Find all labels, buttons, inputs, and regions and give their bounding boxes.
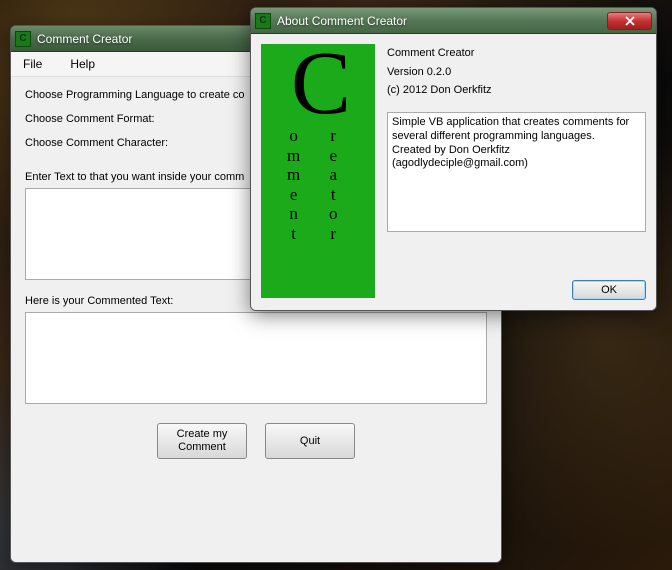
- about-version: Version 0.2.0: [387, 63, 646, 82]
- app-icon: C: [255, 13, 271, 29]
- about-name: Comment Creator: [387, 44, 646, 63]
- about-window: C About Comment Creator C omment reator …: [250, 7, 657, 311]
- menu-help[interactable]: Help: [64, 54, 101, 74]
- menu-file[interactable]: File: [17, 54, 48, 74]
- about-footer: OK: [387, 270, 646, 300]
- about-body: C omment reator Comment Creator Version …: [251, 34, 656, 310]
- close-button[interactable]: [607, 12, 652, 30]
- about-right-pane: Comment Creator Version 0.2.0 (c) 2012 D…: [387, 44, 646, 300]
- about-title: About Comment Creator: [277, 14, 607, 28]
- about-description[interactable]: Simple VB application that creates comme…: [387, 112, 646, 232]
- quit-button[interactable]: Quit: [265, 423, 355, 459]
- close-icon: [625, 16, 635, 26]
- output-textarea[interactable]: [25, 312, 487, 404]
- about-logo: C omment reator: [261, 44, 375, 298]
- about-titlebar[interactable]: C About Comment Creator: [251, 8, 656, 34]
- about-copyright: (c) 2012 Don Oerkfitz: [387, 81, 646, 100]
- logo-word-omment: omment: [287, 126, 300, 243]
- create-label: Create my Comment: [177, 428, 228, 453]
- ok-label: OK: [601, 284, 617, 296]
- button-row: Create my Comment Quit: [25, 423, 487, 459]
- quit-label: Quit: [300, 435, 320, 447]
- about-info-block: Comment Creator Version 0.2.0 (c) 2012 D…: [387, 44, 646, 100]
- logo-word-reator: reator: [329, 126, 338, 243]
- logo-big-c: C: [291, 50, 351, 118]
- create-comment-button[interactable]: Create my Comment: [157, 423, 247, 459]
- ok-button[interactable]: OK: [572, 280, 646, 300]
- app-icon: C: [15, 31, 31, 47]
